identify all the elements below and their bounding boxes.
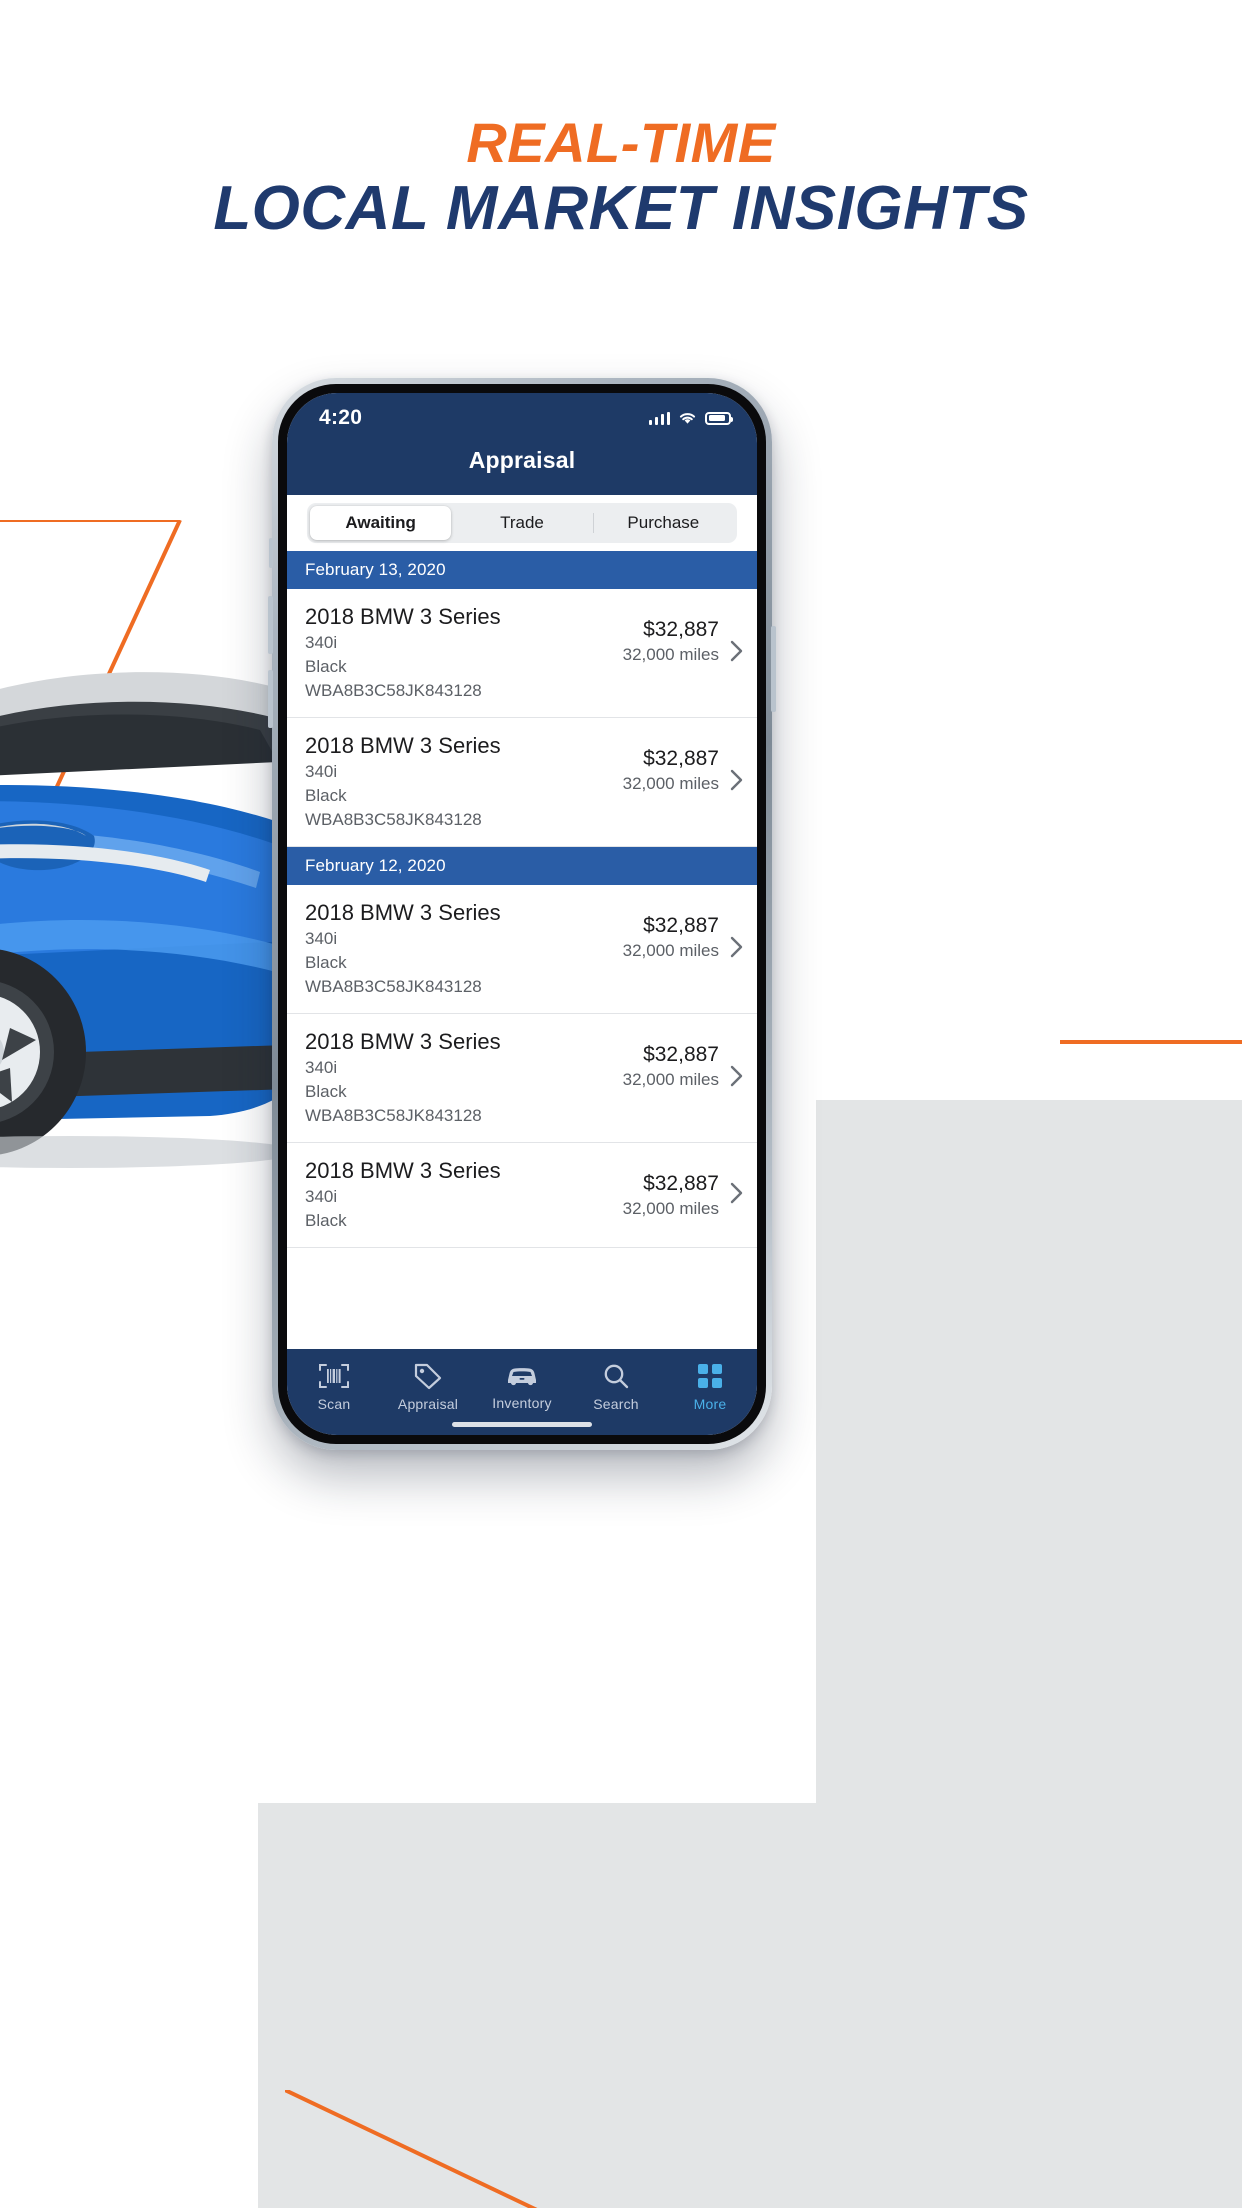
segment-awaiting[interactable]: Awaiting xyxy=(310,506,452,540)
vehicle-mileage: 32,000 miles xyxy=(622,645,719,664)
vehicle-vin: WBA8B3C58JK843128 xyxy=(305,681,482,700)
vehicle-color: Black xyxy=(305,1082,347,1101)
vehicle-vin: WBA8B3C58JK843128 xyxy=(305,810,482,829)
cellular-bars-icon xyxy=(648,411,670,425)
phone-bezel: 4:20 Appraisal Awaiting Trade Purchase F… xyxy=(278,384,766,1444)
row-details: 2018 BMW 3 Series 340i Black WBA8B3C58JK… xyxy=(305,899,569,999)
vehicle-color: Black xyxy=(305,1211,347,1230)
battery-icon xyxy=(705,411,733,425)
headline-line-2: LOCAL MARKET INSIGHTS xyxy=(213,174,1029,243)
search-icon xyxy=(604,1364,629,1389)
vehicle-price: $32,887 xyxy=(643,1172,719,1195)
phone-screen: 4:20 Appraisal Awaiting Trade Purchase F… xyxy=(287,393,757,1435)
table-row[interactable]: 2018 BMW 3 Series 340i Black WBA8B3C58JK… xyxy=(287,718,757,847)
tab-scan[interactable]: Scan xyxy=(287,1362,381,1412)
vehicle-trim: 340i xyxy=(305,1187,338,1206)
orange-accent-line-bottom xyxy=(285,2090,538,2208)
wifi-icon xyxy=(679,413,696,424)
nav-bar-title: Appraisal xyxy=(468,447,576,473)
power-button[interactable] xyxy=(771,626,776,712)
chevron-right-icon[interactable] xyxy=(725,1065,747,1091)
segment-trade[interactable]: Trade xyxy=(451,506,592,540)
tab-more[interactable]: More xyxy=(663,1362,757,1412)
phone-mockup: 4:20 Appraisal Awaiting Trade Purchase F… xyxy=(268,378,776,1450)
row-metrics: $32,887 32,000 miles xyxy=(569,603,725,667)
row-details: 2018 BMW 3 Series 340i Black WBA8B3C58JK… xyxy=(305,1028,569,1128)
appraisal-list[interactable]: February 13, 2020 2018 BMW 3 Series 340i… xyxy=(287,551,757,1349)
table-row[interactable]: 2018 BMW 3 Series 340i Black $32,887 32,… xyxy=(287,1143,757,1248)
table-row[interactable]: 2018 BMW 3 Series 340i Black WBA8B3C58JK… xyxy=(287,589,757,718)
price-tag-icon xyxy=(414,1363,442,1390)
vehicle-price: $32,887 xyxy=(643,618,719,641)
tab-appraisal[interactable]: Appraisal xyxy=(381,1362,475,1412)
nav-bar: Appraisal xyxy=(287,443,757,495)
vehicle-price: $32,887 xyxy=(643,914,719,937)
row-metrics: $32,887 32,000 miles xyxy=(569,1028,725,1092)
barcode-scan-icon xyxy=(319,1364,349,1388)
status-bar: 4:20 xyxy=(287,393,757,443)
grid-squares-icon xyxy=(698,1364,722,1388)
vehicle-vin: WBA8B3C58JK843128 xyxy=(305,977,482,996)
tab-label: Appraisal xyxy=(397,1396,459,1412)
date-section-header: February 12, 2020 xyxy=(287,847,757,885)
vehicle-price: $32,887 xyxy=(643,1043,719,1066)
vehicle-title: 2018 BMW 3 Series xyxy=(305,1158,501,1183)
date-section-header: February 13, 2020 xyxy=(287,551,757,589)
table-row[interactable]: 2018 BMW 3 Series 340i Black WBA8B3C58JK… xyxy=(287,1014,757,1143)
vehicle-mileage: 32,000 miles xyxy=(622,941,719,960)
tab-label: Inventory xyxy=(492,1395,552,1411)
vehicle-title: 2018 BMW 3 Series xyxy=(305,900,501,925)
orange-accent-line-right xyxy=(1060,1040,1242,1044)
chevron-right-icon[interactable] xyxy=(725,640,747,666)
grey-panel-right xyxy=(816,1100,1242,1805)
segment-purchase[interactable]: Purchase xyxy=(592,506,734,540)
status-bar-icons xyxy=(648,411,733,425)
chevron-right-icon[interactable] xyxy=(725,936,747,962)
vehicle-trim: 340i xyxy=(305,762,338,781)
silent-switch[interactable] xyxy=(269,538,273,568)
home-indicator[interactable] xyxy=(452,1422,592,1427)
segmented-control-container: Awaiting Trade Purchase xyxy=(287,495,757,551)
status-bar-time: 4:20 xyxy=(319,406,363,429)
row-metrics: $32,887 32,000 miles xyxy=(569,732,725,796)
chevron-right-icon[interactable] xyxy=(725,769,747,795)
tab-search[interactable]: Search xyxy=(569,1362,663,1412)
tab-label: Search xyxy=(593,1396,639,1412)
vehicle-title: 2018 BMW 3 Series xyxy=(305,1029,501,1054)
row-details: 2018 BMW 3 Series 340i Black WBA8B3C58JK… xyxy=(305,732,569,832)
vehicle-color: Black xyxy=(305,786,347,805)
headline-line-1: REAL-TIME xyxy=(466,111,776,174)
page-title: REAL-TIME LOCAL MARKET INSIGHTS xyxy=(0,112,1242,244)
row-metrics: $32,887 32,000 miles xyxy=(569,1157,725,1221)
table-row[interactable]: 2018 BMW 3 Series 340i Black WBA8B3C58JK… xyxy=(287,885,757,1014)
segmented-control[interactable]: Awaiting Trade Purchase xyxy=(307,503,737,543)
vehicle-price: $32,887 xyxy=(643,747,719,770)
tab-inventory[interactable]: Inventory xyxy=(475,1363,569,1411)
vehicle-title: 2018 BMW 3 Series xyxy=(305,604,501,629)
vehicle-mileage: 32,000 miles xyxy=(622,1070,719,1089)
vehicle-color: Black xyxy=(305,953,347,972)
volume-up-button[interactable] xyxy=(268,596,273,654)
vehicle-trim: 340i xyxy=(305,633,338,652)
vehicle-title: 2018 BMW 3 Series xyxy=(305,733,501,758)
tab-label: Scan xyxy=(317,1396,351,1412)
row-details: 2018 BMW 3 Series 340i Black xyxy=(305,1157,569,1233)
row-details: 2018 BMW 3 Series 340i Black WBA8B3C58JK… xyxy=(305,603,569,703)
vehicle-trim: 340i xyxy=(305,1058,338,1077)
vehicle-vin: WBA8B3C58JK843128 xyxy=(305,1106,482,1125)
vehicle-trim: 340i xyxy=(305,929,338,948)
vehicle-mileage: 32,000 miles xyxy=(622,774,719,793)
volume-down-button[interactable] xyxy=(268,670,273,728)
row-metrics: $32,887 32,000 miles xyxy=(569,899,725,963)
vehicle-mileage: 32,000 miles xyxy=(622,1199,719,1218)
vehicle-color: Black xyxy=(305,657,347,676)
tab-label: More xyxy=(693,1396,727,1412)
chevron-right-icon[interactable] xyxy=(725,1182,747,1208)
car-icon xyxy=(508,1368,536,1386)
